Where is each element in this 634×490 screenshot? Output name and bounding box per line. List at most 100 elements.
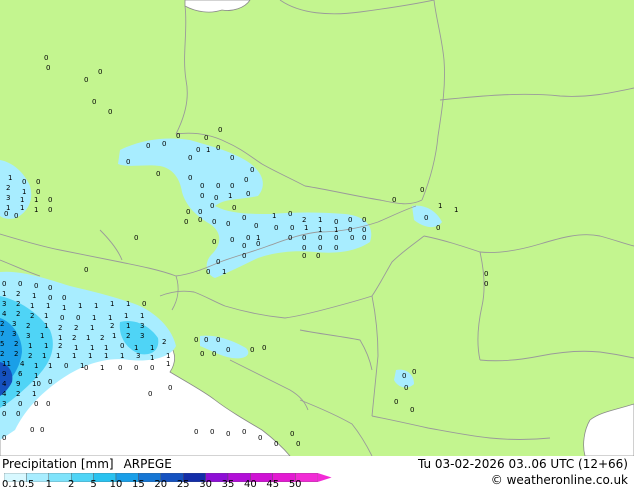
svg-text:0: 0 bbox=[362, 216, 366, 224]
svg-text:4: 4 bbox=[2, 390, 7, 398]
svg-text:9: 9 bbox=[2, 370, 6, 378]
svg-text:1: 1 bbox=[124, 312, 128, 320]
svg-text:2: 2 bbox=[16, 310, 20, 318]
svg-text:0: 0 bbox=[362, 226, 366, 234]
svg-text:3: 3 bbox=[26, 332, 30, 340]
svg-text:0: 0 bbox=[256, 240, 260, 248]
svg-text:0: 0 bbox=[194, 336, 198, 344]
svg-text:0: 0 bbox=[226, 220, 230, 228]
credit-link[interactable]: © weatheronline.co.uk bbox=[491, 473, 628, 487]
svg-text:0: 0 bbox=[48, 378, 52, 386]
svg-text:3: 3 bbox=[2, 300, 6, 308]
svg-text:0: 0 bbox=[168, 384, 172, 392]
svg-text:0: 0 bbox=[210, 428, 214, 436]
svg-text:0: 0 bbox=[2, 280, 6, 288]
svg-text:4: 4 bbox=[2, 380, 7, 388]
svg-text:0: 0 bbox=[48, 196, 52, 204]
svg-text:0: 0 bbox=[198, 216, 202, 224]
svg-text:1: 1 bbox=[56, 352, 60, 360]
svg-text:0: 0 bbox=[18, 280, 22, 288]
svg-text:1: 1 bbox=[58, 334, 62, 342]
legend-tick-label: 15 bbox=[132, 479, 145, 490]
svg-text:0: 0 bbox=[134, 234, 138, 242]
svg-text:1: 1 bbox=[206, 146, 210, 154]
legend-tick-label: 45 bbox=[266, 479, 280, 490]
svg-text:0: 0 bbox=[92, 98, 96, 106]
svg-text:1: 1 bbox=[8, 174, 12, 182]
svg-text:3: 3 bbox=[2, 400, 6, 408]
svg-text:2: 2 bbox=[162, 338, 166, 346]
svg-text:0: 0 bbox=[362, 234, 366, 242]
svg-text:2: 2 bbox=[28, 352, 32, 360]
svg-text:1: 1 bbox=[32, 390, 36, 398]
svg-text:0: 0 bbox=[484, 280, 488, 288]
svg-text:0: 0 bbox=[36, 178, 40, 186]
svg-text:1: 1 bbox=[90, 344, 94, 352]
svg-text:1: 1 bbox=[120, 352, 124, 360]
legend-tick-label: 50 bbox=[288, 479, 302, 490]
svg-text:1: 1 bbox=[166, 360, 170, 368]
svg-text:0: 0 bbox=[484, 270, 488, 278]
svg-text:0: 0 bbox=[436, 224, 440, 232]
svg-text:2: 2 bbox=[0, 320, 4, 328]
svg-text:1: 1 bbox=[30, 302, 34, 310]
svg-text:0: 0 bbox=[200, 182, 204, 190]
svg-text:0: 0 bbox=[288, 210, 292, 218]
svg-text:0: 0 bbox=[250, 346, 254, 354]
legend-tick-label: 25 bbox=[176, 479, 190, 490]
svg-text:0: 0 bbox=[48, 284, 52, 292]
svg-text:1: 1 bbox=[34, 206, 38, 214]
legend-tick-label: 1 bbox=[45, 479, 52, 490]
svg-text:0: 0 bbox=[4, 210, 8, 218]
svg-text:2: 2 bbox=[6, 184, 10, 192]
svg-text:0: 0 bbox=[34, 400, 38, 408]
svg-text:2: 2 bbox=[16, 300, 20, 308]
svg-text:0: 0 bbox=[146, 142, 150, 150]
svg-text:1: 1 bbox=[304, 224, 308, 232]
svg-text:0: 0 bbox=[274, 224, 278, 232]
svg-text:0: 0 bbox=[206, 268, 210, 276]
svg-text:1: 1 bbox=[40, 332, 44, 340]
svg-text:3: 3 bbox=[6, 194, 10, 202]
svg-text:0: 0 bbox=[14, 212, 18, 220]
svg-text:1: 1 bbox=[150, 354, 154, 362]
svg-text:0: 0 bbox=[244, 176, 248, 184]
svg-text:0: 0 bbox=[214, 194, 218, 202]
svg-text:0: 0 bbox=[290, 430, 294, 438]
legend-tick-label: 20 bbox=[154, 479, 168, 490]
svg-text:0: 0 bbox=[196, 146, 200, 154]
svg-text:0: 0 bbox=[48, 294, 52, 302]
forecast-time-label: Tu 03-02-2026 03..06 UTC (12+66) bbox=[417, 457, 628, 471]
precipitation-map: 00 00 00 00 00 00 10 00 00 00 00 00 00 1… bbox=[0, 0, 634, 456]
svg-text:0: 0 bbox=[246, 234, 250, 242]
svg-text:2: 2 bbox=[74, 324, 78, 332]
svg-text:1: 1 bbox=[94, 302, 98, 310]
svg-text:4: 4 bbox=[20, 360, 25, 368]
svg-text:0: 0 bbox=[232, 204, 236, 212]
legend-tick-label: 35 bbox=[221, 479, 235, 490]
svg-text:1: 1 bbox=[140, 312, 144, 320]
svg-text:1: 1 bbox=[46, 302, 50, 310]
svg-text:1: 1 bbox=[222, 268, 226, 276]
svg-text:3: 3 bbox=[136, 352, 140, 360]
svg-text:2: 2 bbox=[14, 340, 18, 348]
svg-text:1: 1 bbox=[126, 300, 130, 308]
svg-text:0: 0 bbox=[204, 134, 208, 142]
svg-text:0: 0 bbox=[60, 314, 64, 322]
svg-text:0: 0 bbox=[334, 234, 338, 242]
svg-text:0: 0 bbox=[46, 400, 50, 408]
legend-tick-label: 0.1 bbox=[2, 479, 18, 490]
svg-text:0: 0 bbox=[84, 76, 88, 84]
svg-text:0: 0 bbox=[254, 222, 258, 230]
svg-text:0: 0 bbox=[216, 182, 220, 190]
product-label: Precipitation [mm] bbox=[2, 457, 114, 471]
svg-text:0: 0 bbox=[230, 154, 234, 162]
svg-text:2: 2 bbox=[26, 322, 30, 330]
svg-text:0: 0 bbox=[194, 428, 198, 436]
svg-text:0: 0 bbox=[302, 234, 306, 242]
svg-text:2: 2 bbox=[126, 332, 130, 340]
svg-text:0: 0 bbox=[212, 238, 216, 246]
legend-tick-labels: 0.1 0.5 1 2 5 10 15 20 25 30 35 40 45 50 bbox=[0, 479, 340, 490]
svg-text:1: 1 bbox=[2, 290, 6, 298]
svg-text:0: 0 bbox=[198, 208, 202, 216]
